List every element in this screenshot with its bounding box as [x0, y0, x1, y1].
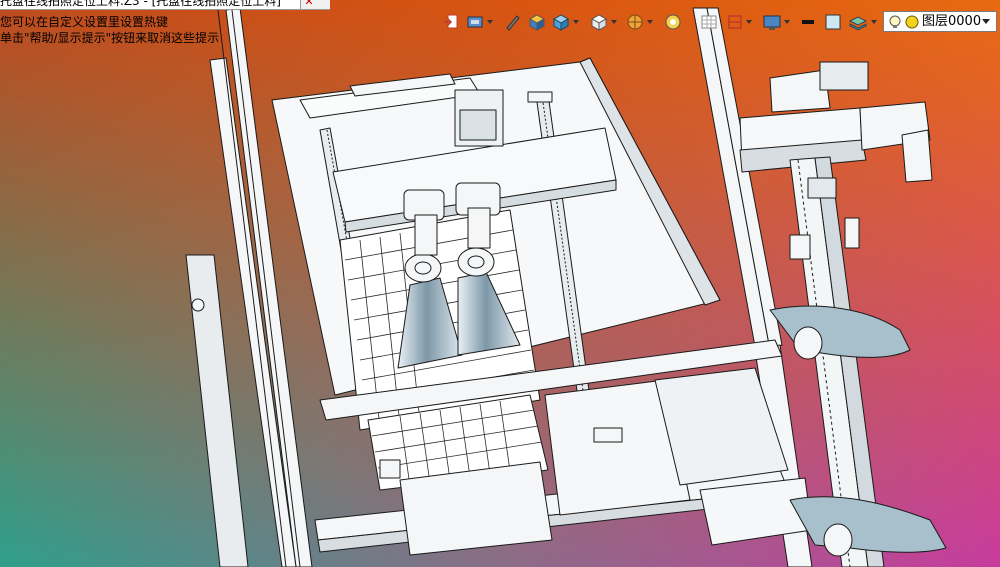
chevron-down-icon[interactable]	[487, 20, 493, 24]
standard-view-icon[interactable]	[590, 11, 608, 33]
layer-manager-icon[interactable]	[848, 11, 868, 33]
chevron-down-icon[interactable]	[611, 20, 617, 24]
fill-color-icon[interactable]	[824, 11, 842, 33]
layer-name: 图层0000	[922, 14, 982, 29]
close-icon[interactable]: ✕	[303, 0, 315, 8]
layer-select[interactable]: 图层0000	[883, 11, 997, 32]
display-style-icon[interactable]	[552, 11, 570, 33]
hint-text-hotkeys: 您可以在自定义设置里设置热键	[0, 15, 169, 29]
monitor-icon[interactable]	[762, 11, 782, 33]
document-tab-title: 托盘往线拍照定位上料.Z3 - [托盘往线拍照定位上料]	[0, 0, 281, 8]
shaded-box-icon[interactable]	[528, 11, 546, 33]
hint-text-disable-tips: 单击"帮助/显示提示"按钮来取消这些提示	[0, 31, 220, 45]
document-tab-bar: 托盘往线拍照定位上料.Z3 - [托盘往线拍照定位上料] ✕	[0, 0, 330, 10]
section-view-icon[interactable]	[726, 11, 744, 33]
cad-model[interactable]	[0, 0, 1000, 567]
chevron-down-icon[interactable]	[746, 20, 752, 24]
lighting-icon[interactable]	[664, 11, 682, 33]
chevron-down-icon[interactable]	[871, 20, 877, 24]
document-tab[interactable]: 托盘往线拍照定位上料.Z3 - [托盘往线拍照定位上料]	[0, 0, 301, 9]
grid-icon[interactable]	[700, 11, 718, 33]
exit-sketch-icon[interactable]	[442, 11, 460, 33]
3d-viewport[interactable]: 托盘往线拍照定位上料.Z3 - [托盘往线拍照定位上料] ✕ 您可以在自定义设置…	[0, 0, 1000, 567]
chevron-down-icon[interactable]	[573, 20, 579, 24]
chevron-down-icon[interactable]	[784, 20, 790, 24]
chevron-down-icon[interactable]	[647, 20, 653, 24]
view-orientation-icon[interactable]	[466, 11, 484, 33]
render-mode-icon[interactable]	[626, 11, 644, 33]
chevron-down-icon	[982, 19, 990, 24]
line-color-icon[interactable]	[800, 11, 816, 33]
pen-icon[interactable]	[504, 11, 520, 33]
layer-status-icon	[889, 15, 919, 29]
